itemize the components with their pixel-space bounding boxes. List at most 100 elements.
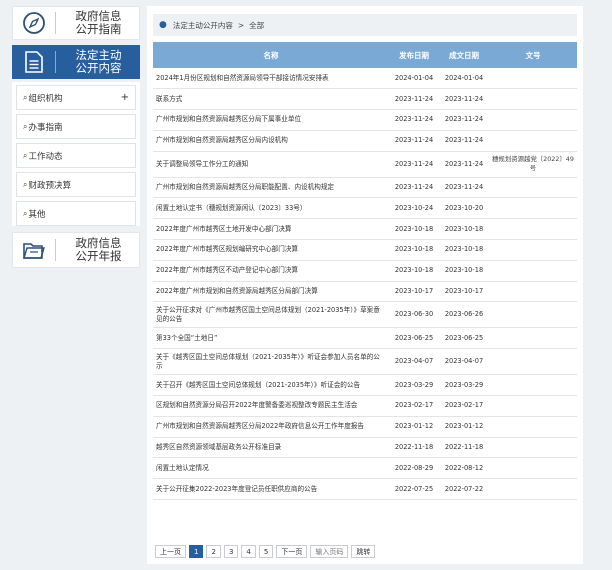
main-panel: ● 法定主动公开内容 > 全部 名称 发布日期 成文日期 文号 2024年1月份…: [147, 6, 583, 564]
sidebar-item-org[interactable]: ⌕ 组织机构 +: [16, 85, 136, 110]
row-title-link[interactable]: 2024年1月份区规划和自然资源局领导干部接访情况安排表: [153, 68, 389, 90]
folder-icon: [13, 238, 55, 262]
row-title-link[interactable]: 2022年度广州市规划和自然资源局越秀区分局部门决算: [153, 281, 389, 303]
sidebar-item-label: 组织机构: [28, 93, 63, 104]
row-published-date: 2023-11-24: [389, 130, 439, 152]
row-effective-date: 2023-10-20: [439, 197, 489, 220]
col-effective: 成文日期: [439, 42, 489, 68]
row-title-link[interactable]: 闲置土地认定书（穗规划资源闲认〔2023〕33号）: [153, 197, 389, 220]
jump-button[interactable]: 跳转: [351, 545, 376, 558]
table-row[interactable]: 第33个全国“土地日” 2023-06-25 2023-06-25: [153, 327, 577, 350]
table-row[interactable]: 闲置土地认定书（穗规划资源闲认〔2023〕33号） 2023-10-24 2023-…: [153, 197, 577, 220]
row-published-date: 2023-11-24: [389, 177, 439, 199]
row-effective-date: 2023-11-24: [439, 177, 489, 199]
row-published-date: 2022-07-25: [389, 478, 439, 501]
row-effective-date: 2023-11-24: [439, 130, 489, 152]
page-3-button[interactable]: 3: [223, 545, 239, 558]
page-5-button[interactable]: 5: [258, 545, 274, 558]
row-effective-date: 2023-02-17: [439, 395, 489, 417]
row-published-date: 2023-11-24: [389, 88, 439, 111]
row-effective-date: 2023-11-24: [439, 109, 489, 131]
table-row[interactable]: 广州市规划和自然资源局越秀区分局内设机构 2023-11-24 2023-11-24: [153, 130, 577, 152]
annual-report-button[interactable]: 政府信息 公开年报: [12, 232, 140, 268]
expand-icon[interactable]: +: [121, 92, 129, 103]
row-doc-number: 穗规划资源越党〔2022〕49号: [489, 151, 577, 178]
category-list: ⌕ 组织机构 + ⌕ 办事指南 ⌕ 工作动态 ⌕ 财政预决算 ⌕ 其他: [12, 82, 140, 226]
table-row[interactable]: 广州市规划和自然资源局越秀区分局职能配置、内设机构规定 2023-11-24 202…: [153, 177, 577, 199]
row-title-link[interactable]: 关于公开征集2022-2023年度登记员任职供应商的公告: [153, 478, 389, 501]
pin-icon: ⌕: [23, 121, 28, 131]
row-title-link[interactable]: 闲置土地认定情况: [153, 457, 389, 480]
row-title-link[interactable]: 越秀区自然资源领域基层政务公开标准目录: [153, 437, 389, 459]
table-row[interactable]: 2022年度广州市越秀区不动产登记中心部门决算 2023-10-18 2023-10…: [153, 260, 577, 282]
active-content-button[interactable]: 法定主动 公开内容: [12, 45, 140, 79]
row-title-link[interactable]: 2022年度广州市越秀区土地开发中心部门决算: [153, 218, 389, 241]
next-page-button[interactable]: 下一页: [276, 545, 308, 558]
active-content-label: 法定主动 公开内容: [75, 48, 122, 75]
sidebar-item-label: 办事指南: [28, 122, 63, 133]
breadcrumb-section[interactable]: 法定主动公开内容: [173, 20, 233, 31]
sidebar-item-label: 其他: [28, 209, 46, 220]
row-title-link[interactable]: 2022年度广州市越秀区不动产登记中心部门决算: [153, 260, 389, 282]
table-row[interactable]: 2024年1月份区规划和自然资源局领导干部接访情况安排表 2024-01-04 20…: [153, 68, 577, 90]
page-1-button[interactable]: 1: [189, 545, 204, 558]
page-input[interactable]: 输入页码: [310, 545, 349, 558]
row-published-date: 2023-10-18: [389, 260, 439, 282]
row-doc-number: [489, 301, 577, 329]
row-title-link[interactable]: 广州市规划和自然资源局越秀区分局2022年政府信息公开工作年度报告: [153, 416, 389, 438]
breadcrumb: ● 法定主动公开内容 > 全部: [153, 14, 577, 36]
row-doc-number: [489, 177, 577, 199]
row-title-link[interactable]: 联系方式: [153, 88, 389, 111]
row-effective-date: 2023-10-17: [439, 281, 489, 303]
table-row[interactable]: 关于召开《越秀区国土空间总体规划（2021-2035年）》听证会的公告 2023-…: [153, 374, 577, 397]
table-row[interactable]: 2022年度广州市越秀区规划编研究中心部门决算 2023-10-18 2023-10…: [153, 239, 577, 261]
sidebar-item-news[interactable]: ⌕ 工作动态: [16, 143, 136, 168]
table-row[interactable]: 关于公开征集2022-2023年度登记员任职供应商的公告 2022-07-25 20…: [153, 478, 577, 501]
row-effective-date: 2023-06-26: [439, 301, 489, 329]
sidebar-item-budget[interactable]: ⌕ 财政预决算: [16, 172, 136, 197]
row-published-date: 2022-11-18: [389, 437, 439, 459]
row-doc-number: [489, 478, 577, 501]
table-row[interactable]: 2022年度广州市越秀区土地开发中心部门决算 2023-10-18 2023-10-…: [153, 218, 577, 241]
table-row[interactable]: 关于调整局领导工作分工的通知 2023-11-24 2023-11-24 穗规划资源越…: [153, 151, 577, 178]
row-effective-date: 2022-11-18: [439, 437, 489, 459]
table-header-row: 名称 发布日期 成文日期 文号: [153, 42, 577, 68]
row-title-link[interactable]: 关于《越秀区国土空间总体规划（2021-2035年）》听证会参加人员名单的公示: [153, 348, 389, 376]
row-title-link[interactable]: 关于调整局领导工作分工的通知: [153, 151, 389, 178]
row-title-link[interactable]: 2022年度广州市越秀区规划编研究中心部门决算: [153, 239, 389, 261]
page-4-button[interactable]: 4: [241, 545, 256, 558]
row-title-link[interactable]: 广州市规划和自然资源局越秀区分局下属事业单位: [153, 109, 389, 131]
table-row[interactable]: 广州市规划和自然资源局越秀区分局2022年政府信息公开工作年度报告 2023-01…: [153, 416, 577, 438]
table-row[interactable]: 闲置土地认定情况 2022-08-29 2022-08-12: [153, 457, 577, 480]
table-row[interactable]: 关于《越秀区国土空间总体规划（2021-2035年）》听证会参加人员名单的公示 2…: [153, 348, 577, 376]
row-title-link[interactable]: 广州市规划和自然资源局越秀区分局内设机构: [153, 130, 389, 152]
table-row[interactable]: 2022年度广州市规划和自然资源局越秀区分局部门决算 2023-10-17 2023…: [153, 281, 577, 303]
breadcrumb-separator: >: [237, 20, 245, 30]
table-row[interactable]: 越秀区自然资源领域基层政务公开标准目录 2022-11-18 2022-11-18: [153, 437, 577, 459]
table-row[interactable]: 广州市规划和自然资源局越秀区分局下属事业单位 2023-11-24 2023-11-…: [153, 109, 577, 131]
guide-label: 政府信息 公开指南: [75, 9, 122, 36]
row-published-date: 2023-06-25: [389, 327, 439, 350]
row-doc-number: [489, 395, 577, 417]
row-doc-number: [489, 68, 577, 90]
row-doc-number: [489, 327, 577, 350]
table-row[interactable]: 关于公开征求对《广州市越秀区国土空间总体规划（2021-2035年）》草案意见的…: [153, 301, 577, 329]
sidebar-item-other[interactable]: ⌕ 其他: [16, 201, 136, 226]
prev-page-button[interactable]: 上一页: [155, 545, 186, 558]
sidebar-item-guide[interactable]: ⌕ 办事指南: [16, 114, 136, 139]
row-title-link[interactable]: 广州市规划和自然资源局越秀区分局职能配置、内设机构规定: [153, 177, 389, 199]
page-2-button[interactable]: 2: [206, 545, 221, 558]
guide-button[interactable]: 政府信息 公开指南: [12, 6, 140, 40]
table-row[interactable]: 区规划和自然资源分局召开2022年度警备委巡视整改专题民主生活会 2023-02-…: [153, 395, 577, 417]
row-published-date: 2022-08-29: [389, 457, 439, 480]
compass-icon: [13, 11, 55, 35]
table-row[interactable]: 联系方式 2023-11-24 2023-11-24: [153, 88, 577, 111]
pagination: 上一页 1 2 3 4 5 下一页 输入页码 跳转: [155, 545, 376, 558]
row-title-link[interactable]: 第33个全国“土地日”: [153, 327, 389, 350]
row-effective-date: 2023-10-18: [439, 218, 489, 241]
row-title-link[interactable]: 区规划和自然资源分局召开2022年度警备委巡视整改专题民主生活会: [153, 395, 389, 417]
row-published-date: 2023-10-18: [389, 239, 439, 261]
row-title-link[interactable]: 关于公开征求对《广州市越秀区国土空间总体规划（2021-2035年）》草案意见的…: [153, 301, 389, 329]
row-published-date: 2023-03-29: [389, 374, 439, 397]
row-title-link[interactable]: 关于召开《越秀区国土空间总体规划（2021-2035年）》听证会的公告: [153, 374, 389, 397]
